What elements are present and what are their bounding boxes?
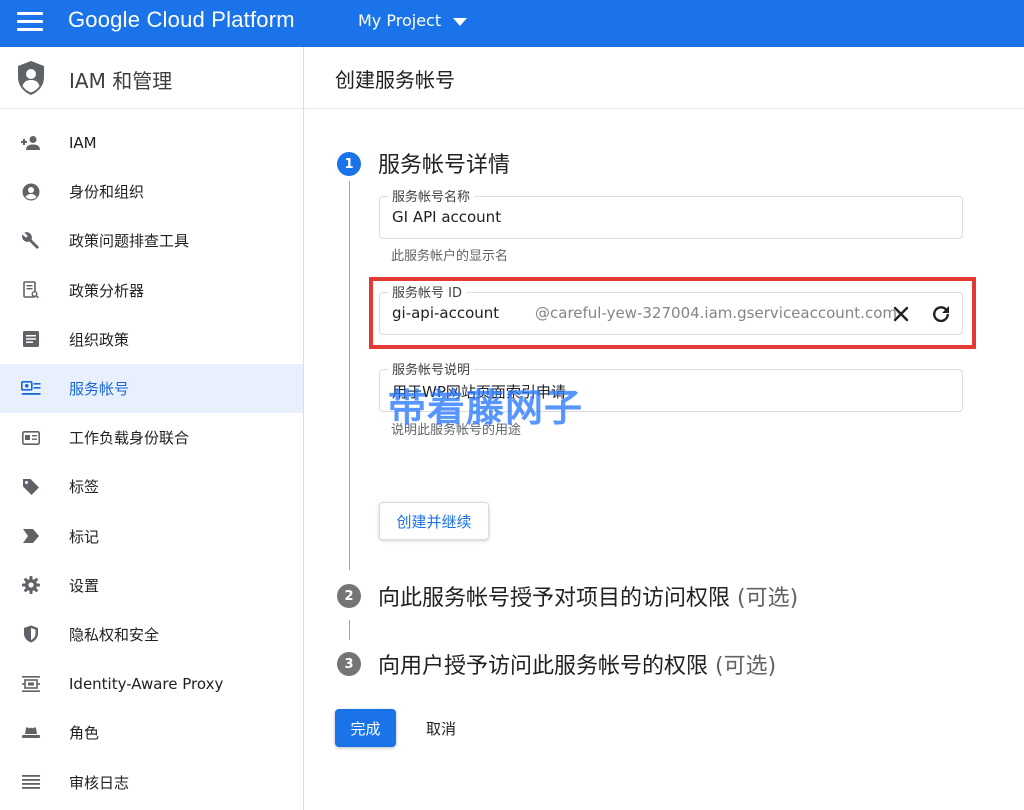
field-value[interactable]: GI API account bbox=[392, 208, 501, 226]
caret-down-icon bbox=[453, 17, 468, 26]
sidebar-item-settings[interactable]: 设置 bbox=[0, 561, 303, 610]
step-1-number: 1 bbox=[337, 152, 361, 176]
sidebar-item-audit-logs[interactable]: 审核日志 bbox=[0, 757, 303, 806]
sidebar-item-labels[interactable]: 标记 bbox=[0, 512, 303, 561]
sidebar-item-identity-org[interactable]: 身份和组织 bbox=[0, 167, 303, 216]
sidebar-item-label: 工作负载身份联合 bbox=[69, 429, 190, 448]
step-3-title-text: 向用户授予访问此服务帐号的权限 bbox=[378, 654, 709, 679]
page-title: 创建服务帐号 bbox=[335, 68, 455, 92]
gear-icon bbox=[21, 575, 41, 595]
sidebar-nav: IAM 身份和组织 政策问题排查工具 政策分析器 组织政策 服务帐号 工作负载身… bbox=[0, 118, 303, 807]
sidebar-header: IAM 和管理 bbox=[0, 47, 303, 109]
step-connector-line bbox=[349, 620, 350, 640]
field-label: 服务帐号说明 bbox=[388, 359, 475, 378]
sidebar-item-policy-troubleshooter[interactable]: 政策问题排查工具 bbox=[0, 216, 303, 265]
iam-shield-icon bbox=[18, 61, 44, 95]
watermark: 带着藤网子 bbox=[388, 386, 584, 430]
sidebar-item-tags[interactable]: 标签 bbox=[0, 462, 303, 511]
field-value[interactable]: gi-api-account bbox=[392, 304, 499, 322]
sidebar-item-identity-aware-proxy[interactable]: Identity-Aware Proxy bbox=[0, 659, 303, 708]
sidebar-item-service-accounts[interactable]: 服务帐号 bbox=[0, 363, 303, 414]
service-account-name-field[interactable]: 服务帐号名称 GI API account bbox=[379, 186, 963, 239]
page-header: 创建服务帐号 bbox=[305, 47, 1024, 109]
sidebar: IAM 和管理 IAM 身份和组织 政策问题排查工具 政策分析器 组织政策 服务… bbox=[0, 47, 304, 810]
sidebar-item-label: 服务帐号 bbox=[69, 380, 130, 399]
id-card-icon bbox=[21, 428, 41, 448]
sidebar-item-iam[interactable]: IAM bbox=[0, 118, 303, 167]
list-icon bbox=[21, 772, 41, 792]
person-add-icon bbox=[21, 133, 41, 153]
sidebar-item-label: 设置 bbox=[69, 576, 100, 595]
sidebar-item-label: 审核日志 bbox=[69, 773, 130, 792]
sidebar-item-label: 政策分析器 bbox=[69, 281, 145, 300]
project-name: My Project bbox=[358, 11, 442, 30]
step-connector-line bbox=[349, 181, 350, 570]
sidebar-item-policy-analyzer[interactable]: 政策分析器 bbox=[0, 266, 303, 315]
sidebar-item-label: 政策问题排查工具 bbox=[69, 232, 190, 251]
sidebar-item-label: 隐私权和安全 bbox=[69, 625, 160, 644]
name-hint: 此服务帐户的显示名 bbox=[391, 249, 509, 264]
step-3-title[interactable]: 向用户授予访问此服务帐号的权限 (可选) bbox=[378, 648, 776, 680]
wrench-icon bbox=[21, 231, 41, 251]
project-selector[interactable]: My Project bbox=[358, 11, 468, 30]
step-2-number: 2 bbox=[337, 584, 361, 608]
refresh-icon[interactable] bbox=[929, 302, 953, 326]
sidebar-item-workload-identity[interactable]: 工作负载身份联合 bbox=[0, 413, 303, 462]
proxy-icon bbox=[21, 674, 41, 694]
sidebar-item-org-policies[interactable]: 组织政策 bbox=[0, 315, 303, 364]
done-button[interactable]: 完成 bbox=[335, 709, 396, 747]
top-app-bar: Google Cloud Platform My Project bbox=[0, 0, 1024, 47]
sidebar-title: IAM 和管理 bbox=[69, 69, 173, 93]
sidebar-item-privacy-security[interactable]: 隐私权和安全 bbox=[0, 610, 303, 659]
main-content: 创建服务帐号 1 服务帐号详情 服务帐号名称 GI API account 此服… bbox=[305, 47, 1024, 810]
label-arrow-icon bbox=[21, 526, 41, 546]
sidebar-item-label: IAM bbox=[69, 133, 97, 152]
field-label: 服务帐号 ID bbox=[388, 282, 466, 301]
sidebar-item-label: 标签 bbox=[69, 478, 100, 497]
tag-icon bbox=[21, 477, 41, 497]
product-brand[interactable]: Google Cloud Platform bbox=[68, 7, 295, 33]
sidebar-item-label: 标记 bbox=[69, 527, 100, 546]
step-3-number: 3 bbox=[337, 652, 361, 676]
create-continue-button[interactable]: 创建并继续 bbox=[379, 502, 489, 540]
sidebar-item-label: 组织政策 bbox=[69, 330, 130, 349]
sidebar-item-roles[interactable]: 角色 bbox=[0, 708, 303, 757]
list-document-icon bbox=[21, 329, 41, 349]
service-account-icon bbox=[21, 379, 41, 399]
shield-icon bbox=[21, 624, 41, 644]
sidebar-item-label: Identity-Aware Proxy bbox=[69, 674, 224, 693]
step-1-title[interactable]: 服务帐号详情 bbox=[378, 147, 510, 179]
step-2-optional: (可选) bbox=[737, 586, 799, 611]
step-3-optional: (可选) bbox=[715, 654, 777, 679]
clear-icon[interactable] bbox=[889, 302, 913, 326]
hat-icon bbox=[21, 723, 41, 743]
service-account-id-field[interactable]: 服务帐号 ID gi-api-account @careful-yew-3270… bbox=[379, 282, 963, 335]
document-search-icon bbox=[21, 280, 41, 300]
hamburger-menu-icon[interactable] bbox=[17, 12, 43, 34]
cancel-button[interactable]: 取消 bbox=[426, 718, 456, 739]
sidebar-item-label: 角色 bbox=[69, 724, 100, 743]
step-2-title-text: 向此服务帐号授予对项目的访问权限 bbox=[378, 586, 731, 611]
id-domain-suffix: @careful-yew-327004.iam.gserviceaccount.… bbox=[535, 304, 897, 322]
account-circle-icon bbox=[21, 182, 41, 202]
sidebar-item-label: 身份和组织 bbox=[69, 183, 145, 202]
field-label: 服务帐号名称 bbox=[388, 186, 475, 205]
step-2-title[interactable]: 向此服务帐号授予对项目的访问权限 (可选) bbox=[378, 580, 798, 612]
